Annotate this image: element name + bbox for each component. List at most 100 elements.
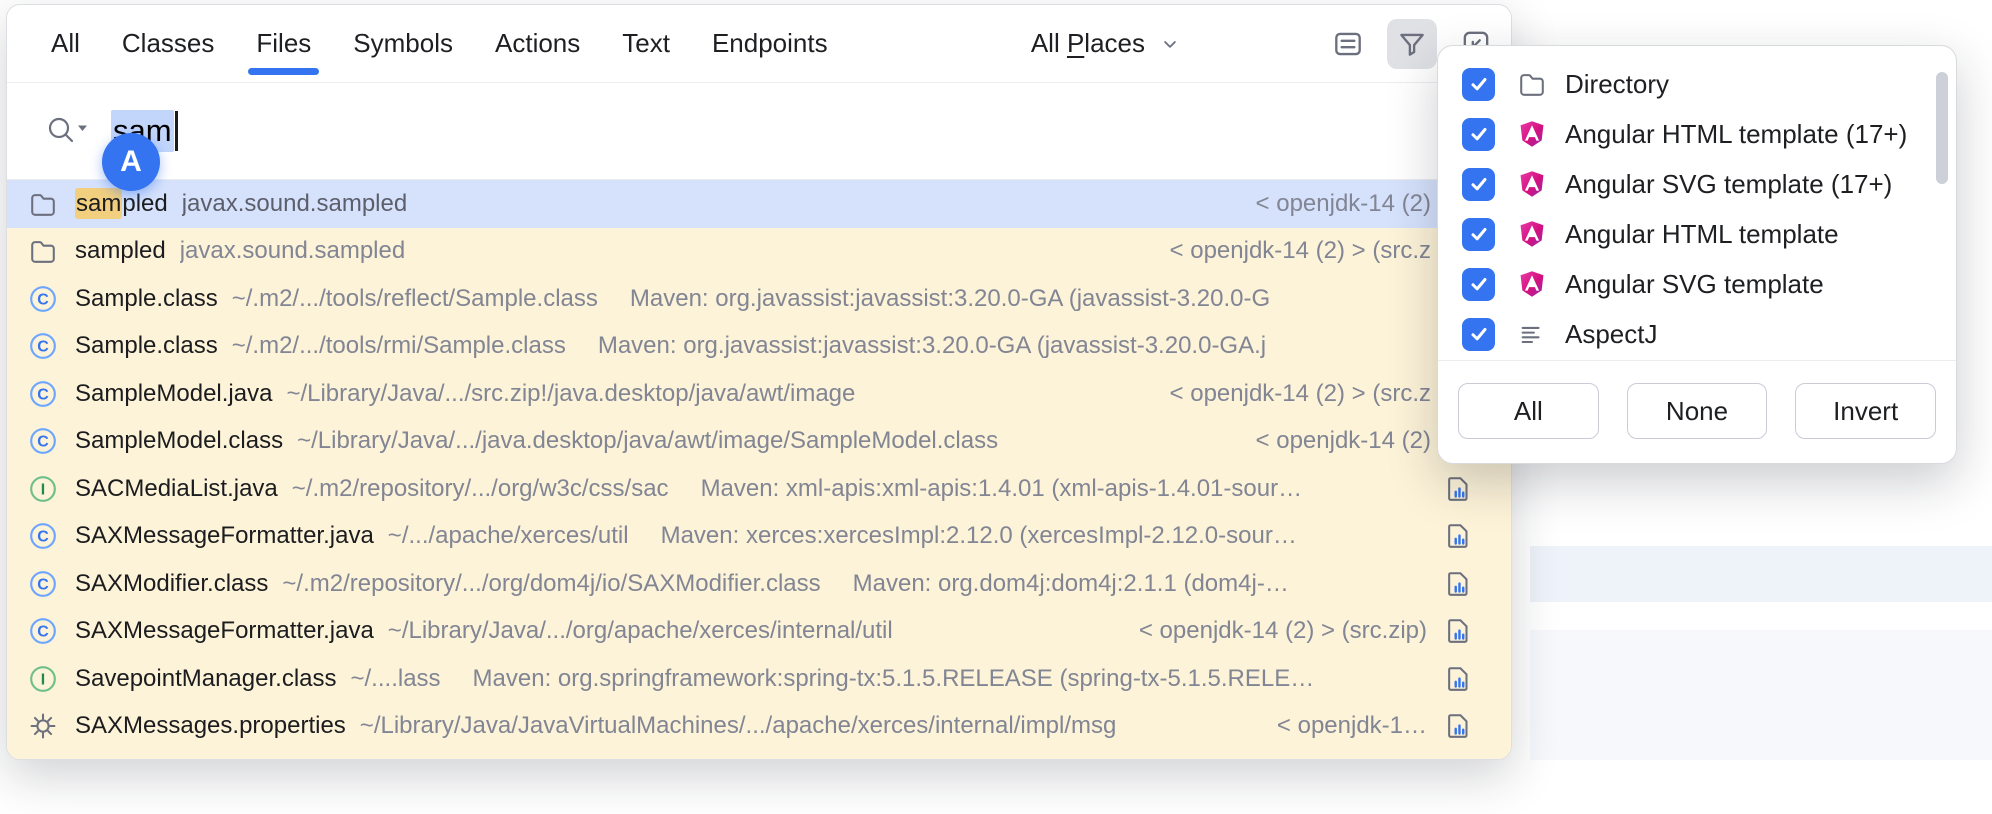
- result-name: SAXMessageFormatter.java: [75, 522, 374, 550]
- library-icon: [1443, 520, 1475, 552]
- result-name: SAXMessages.properties: [75, 712, 346, 740]
- filter-invert-button[interactable]: Invert: [1795, 383, 1936, 439]
- class-icon: C: [27, 568, 59, 600]
- filter-all-button[interactable]: All: [1458, 383, 1599, 439]
- result-name: SampleModel.java: [75, 380, 272, 408]
- result-name: Sample.class: [75, 285, 218, 313]
- class-icon: C: [27, 615, 59, 647]
- result-row[interactable]: sampled javax.sound.sampled < openjdk-14…: [7, 180, 1511, 228]
- result-origin: Maven: org.springframework:spring-tx:5.1…: [473, 665, 1427, 693]
- result-row[interactable]: C Sample.class ~/.m2/.../tools/rmi/Sampl…: [7, 323, 1511, 371]
- result-row[interactable]: C SAXModifier.class ~/.m2/repository/...…: [7, 560, 1511, 608]
- result-path: ~/.m2/repository/.../org/w3c/css/sac: [292, 475, 669, 503]
- result-name: SACMediaList.java: [75, 475, 278, 503]
- checkbox-checked[interactable]: [1462, 168, 1495, 201]
- search-input[interactable]: sam: [7, 83, 1511, 180]
- filter-none-button[interactable]: None: [1627, 383, 1768, 439]
- class-icon: C: [27, 425, 59, 457]
- result-row[interactable]: sampled javax.sound.sampled < openjdk-14…: [7, 228, 1511, 276]
- result-path: javax.sound.sampled: [182, 190, 407, 218]
- mnemonic-badge: A: [102, 133, 160, 191]
- file-type-filter-popup: Directory Angular HTML template (17+) An…: [1437, 45, 1957, 464]
- result-row[interactable]: I SavepointManager.class ~/....lass Mave…: [7, 655, 1511, 703]
- svg-text:C: C: [37, 529, 49, 546]
- angular-icon: [1517, 119, 1547, 149]
- checkbox-checked[interactable]: [1462, 268, 1495, 301]
- filter-item-label: Directory: [1565, 69, 1669, 100]
- properties-icon: [27, 758, 59, 760]
- aspectj-icon: [1517, 319, 1547, 349]
- filter-item-angular-html-template[interactable]: Angular HTML template: [1438, 209, 1956, 259]
- preview-icon: [1331, 27, 1365, 61]
- result-origin: < openjdk-1…: [1277, 712, 1427, 740]
- result-name: SAXMessageFormatter.java: [75, 617, 374, 645]
- filter-item-angular-svg-template-17[interactable]: Angular SVG template (17+): [1438, 159, 1956, 209]
- class-icon: C: [27, 283, 59, 315]
- svg-text:C: C: [37, 434, 49, 451]
- filter-icon: [1395, 27, 1429, 61]
- result-path: ~/....lass: [351, 665, 441, 693]
- background-band: [1530, 630, 1992, 760]
- svg-text:C: C: [37, 386, 49, 403]
- tabs: All Classes Files Symbols Actions Text Endpoin…: [51, 5, 870, 82]
- tab-symbols[interactable]: Symbols: [353, 5, 453, 82]
- svg-text:C: C: [37, 624, 49, 641]
- interface-icon: I: [27, 473, 59, 505]
- checkbox-checked[interactable]: [1462, 118, 1495, 151]
- result-name: sampled: [75, 190, 168, 218]
- result-path: ~/.m2/.../tools/reflect/Sample.class: [232, 285, 598, 313]
- tab-all[interactable]: All: [51, 5, 80, 82]
- result-path: ~/Library/Java/.../src.zip!/java.desktop…: [286, 380, 855, 408]
- result-name: SavepointManager.class: [75, 665, 337, 693]
- angular-icon: [1517, 219, 1547, 249]
- search-icon: [45, 113, 91, 149]
- tab-files[interactable]: Files: [256, 5, 311, 82]
- checkbox-checked[interactable]: [1462, 318, 1495, 351]
- result-row[interactable]: C Sample.class ~/.m2/.../tools/reflect/S…: [7, 275, 1511, 323]
- result-path: ~/.m2/.../tools/rmi/Sample.class: [232, 332, 566, 360]
- tab-endpoints[interactable]: Endpoints: [712, 5, 828, 82]
- tab-actions[interactable]: Actions: [495, 5, 580, 82]
- result-path: javax.sound.sampled: [180, 237, 405, 265]
- library-icon: [1443, 615, 1475, 647]
- tab-text[interactable]: Text: [622, 5, 670, 82]
- text-caret: [175, 111, 178, 151]
- class-icon: C: [27, 378, 59, 410]
- properties-icon: [27, 710, 59, 742]
- result-row[interactable]: C SAXMessageFormatter.java ~/.../apache/…: [7, 513, 1511, 561]
- scope-selector[interactable]: All Places: [1031, 28, 1183, 59]
- result-row[interactable]: C SAXMessageFormatter.java ~/Library/Jav…: [7, 608, 1511, 656]
- filter-item-aspectj[interactable]: AspectJ: [1438, 309, 1956, 359]
- chevron-down-icon: [1157, 31, 1183, 57]
- preview-button[interactable]: [1323, 19, 1373, 69]
- svg-text:I: I: [41, 481, 45, 498]
- filter-button[interactable]: [1387, 19, 1437, 69]
- result-row[interactable]: SAXMessages.properties ~/.m2/.../.../msg…: [7, 750, 1511, 760]
- tab-classes[interactable]: Classes: [122, 5, 214, 82]
- svg-text:C: C: [37, 576, 49, 593]
- result-row[interactable]: C SampleModel.java ~/Library/Java/.../sr…: [7, 370, 1511, 418]
- class-icon: C: [27, 520, 59, 552]
- result-row[interactable]: C SampleModel.class ~/Library/Java/.../j…: [7, 418, 1511, 466]
- result-row[interactable]: I SACMediaList.java ~/.m2/repository/...…: [7, 465, 1511, 513]
- filter-item-angular-svg-template[interactable]: Angular SVG template: [1438, 259, 1956, 309]
- result-name: Sample.class: [75, 332, 218, 360]
- scrollbar-thumb[interactable]: [1936, 72, 1948, 184]
- result-origin: Maven: xml-apis:xml-apis:1.4.01 (xml-api…: [701, 475, 1427, 503]
- filter-item-directory[interactable]: Directory: [1438, 59, 1956, 109]
- filter-item-angular-html-template-17[interactable]: Angular HTML template (17+): [1438, 109, 1956, 159]
- search-tab-bar: All Classes Files Symbols Actions Text Endpoin…: [7, 5, 1511, 83]
- result-row[interactable]: SAXMessages.properties ~/Library/Java/Ja…: [7, 703, 1511, 751]
- background-band: [1530, 546, 1992, 602]
- filter-items: Directory Angular HTML template (17+) An…: [1438, 46, 1956, 359]
- filter-buttons: All None Invert: [1438, 361, 1956, 463]
- scope-label: All Places: [1031, 28, 1145, 59]
- result-origin: < openjdk-14 (2) > (src.z: [1170, 237, 1431, 265]
- checkbox-checked[interactable]: [1462, 68, 1495, 101]
- checkbox-checked[interactable]: [1462, 218, 1495, 251]
- folder-icon: [27, 188, 59, 220]
- filter-item-label: Angular SVG template (17+): [1565, 169, 1892, 200]
- result-name: SampleModel.class: [75, 427, 283, 455]
- result-origin: Maven: org.dom4j:dom4j:2.1.1 (dom4j-…: [853, 570, 1427, 598]
- svg-text:I: I: [41, 671, 45, 688]
